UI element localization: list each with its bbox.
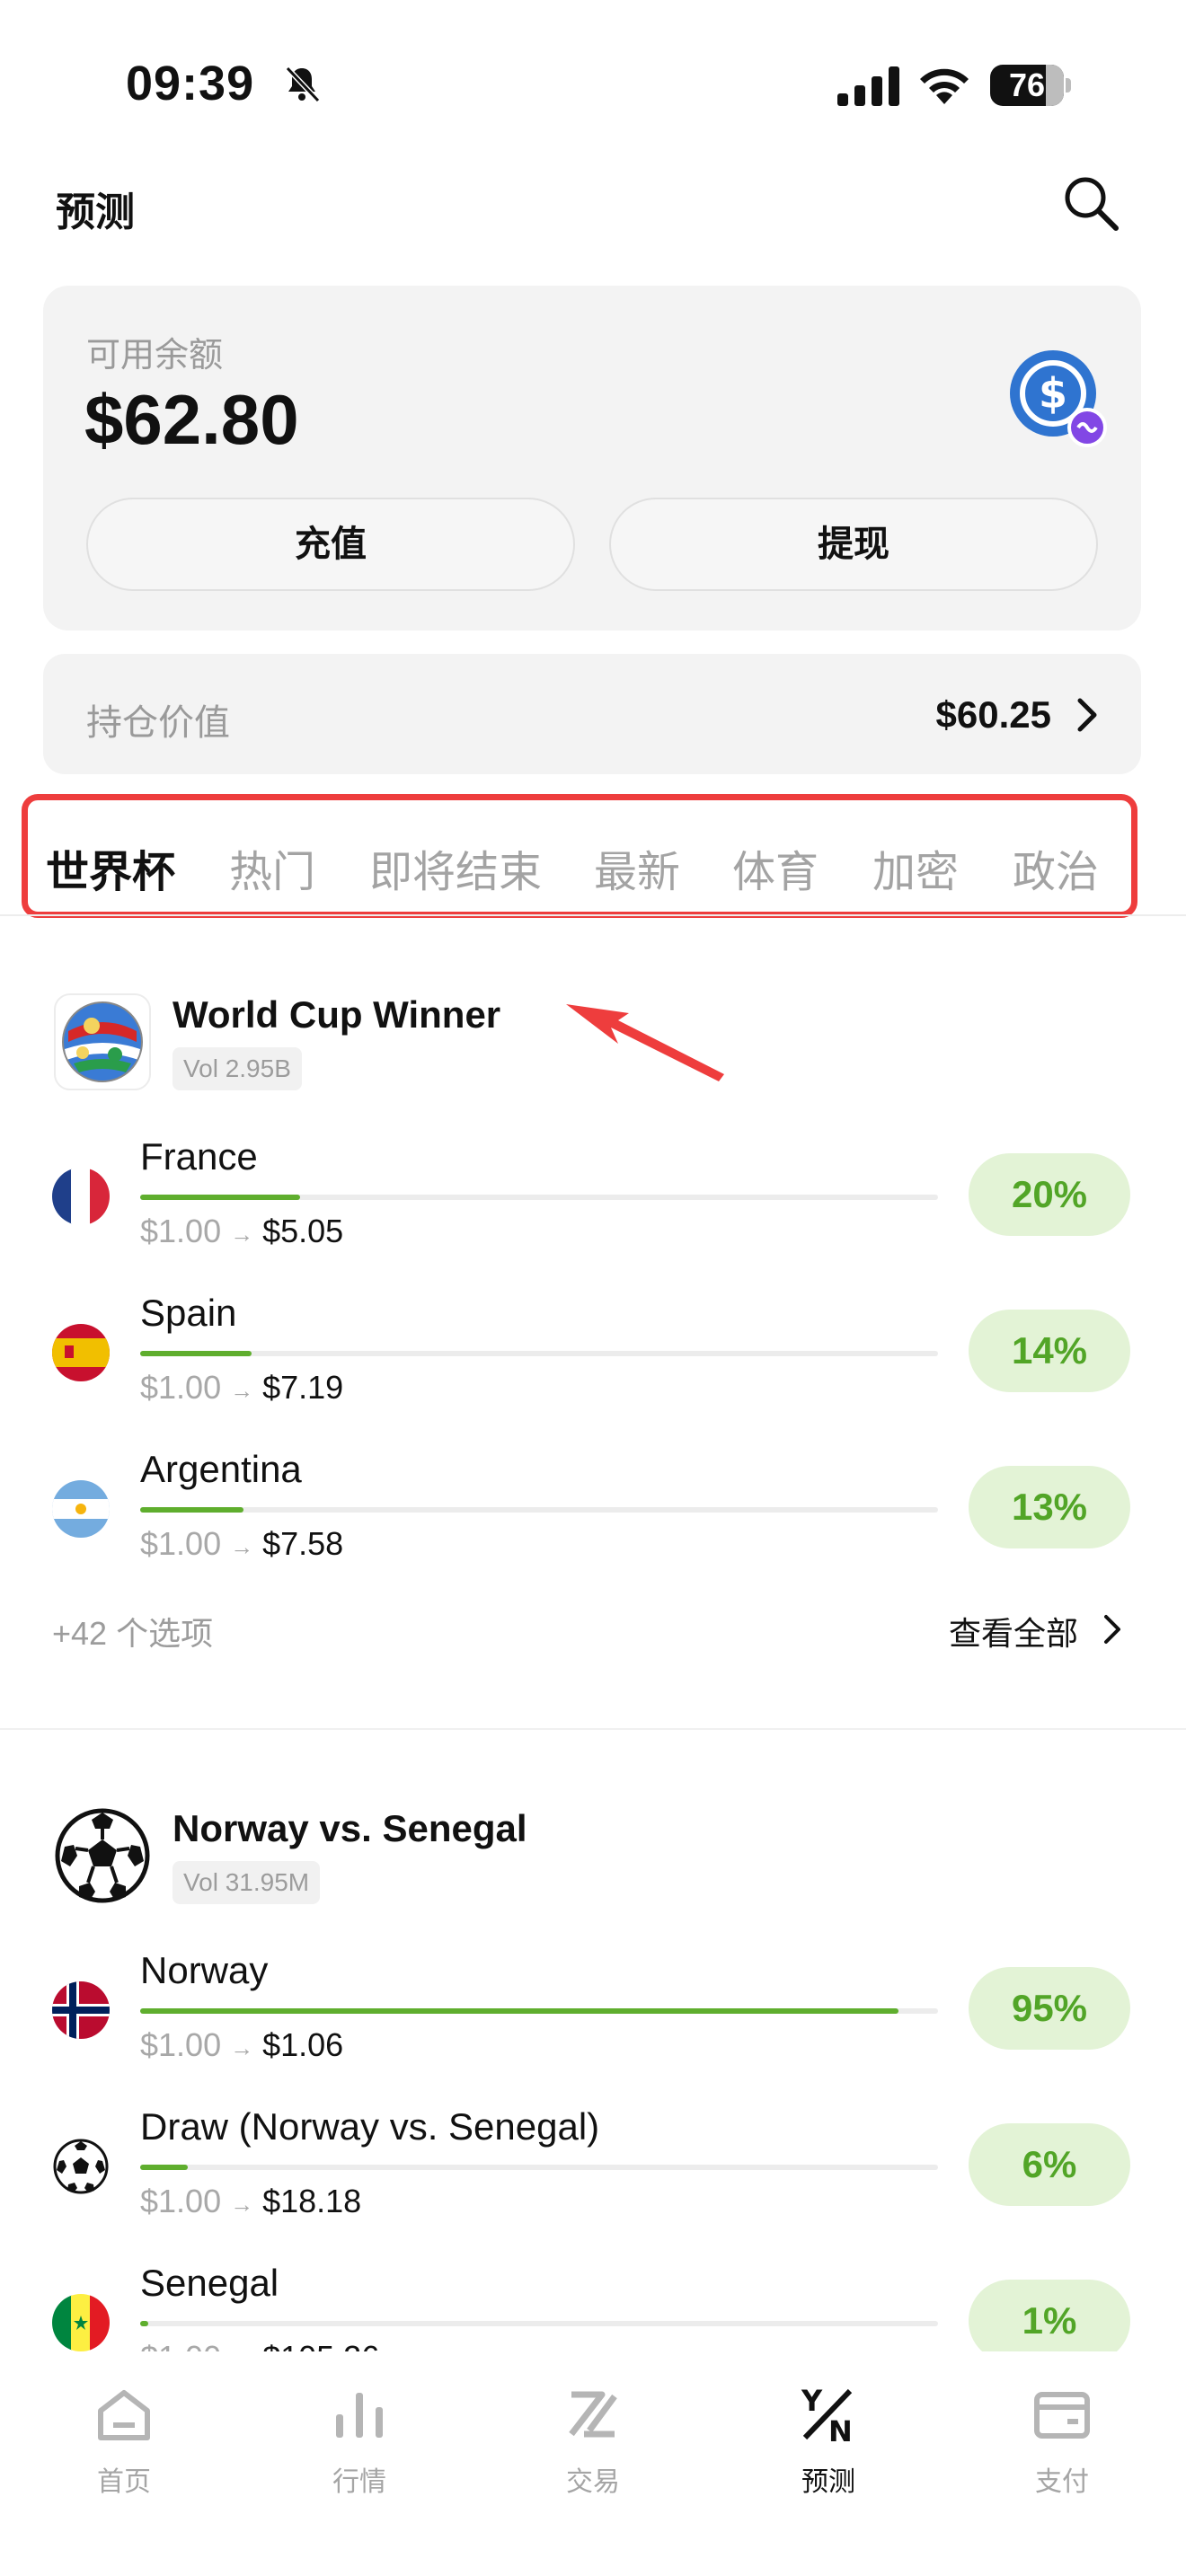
nav-trade[interactable]: 交易 bbox=[530, 2384, 656, 2499]
view-all-link[interactable]: 查看全部 bbox=[949, 1608, 1078, 1654]
deposit-button[interactable]: 充值 bbox=[86, 498, 575, 591]
probability-button[interactable]: 20% bbox=[969, 1153, 1130, 1236]
more-options-count: +42 个选项 bbox=[52, 1615, 214, 1652]
probability-button[interactable]: 6% bbox=[969, 2123, 1130, 2206]
chevron-right-icon[interactable] bbox=[1102, 1613, 1123, 1645]
divider bbox=[0, 914, 1186, 916]
holdings-row[interactable]: 持仓价值 $60.25 bbox=[43, 654, 1141, 774]
outcome-name: Argentina bbox=[140, 1448, 302, 1490]
nav-label: 首页 bbox=[97, 2467, 151, 2497]
norway-flag-icon bbox=[52, 1981, 110, 2039]
outcome-name: Norway bbox=[140, 1949, 269, 1991]
svg-text:N: N bbox=[828, 2414, 853, 2445]
balance-amount: $62.80 bbox=[84, 380, 299, 459]
tab-crypto[interactable]: 加密 bbox=[872, 836, 959, 899]
probability-bar bbox=[140, 2165, 938, 2170]
probability-bar bbox=[140, 2008, 938, 2014]
svg-text:Y: Y bbox=[801, 2384, 823, 2418]
outcome-name: Spain bbox=[140, 1292, 237, 1334]
signal-icon bbox=[837, 66, 899, 106]
battery-indicator: 76 bbox=[990, 65, 1071, 106]
probability-button[interactable]: 13% bbox=[969, 1466, 1130, 1548]
page-title: 预测 bbox=[56, 190, 135, 234]
annotation-arrow-icon bbox=[566, 1004, 724, 1081]
tab-world-cup[interactable]: 世界杯 bbox=[46, 836, 175, 899]
holdings-label: 持仓价值 bbox=[86, 703, 230, 743]
market-title[interactable]: Norway vs. Senegal bbox=[173, 1807, 527, 1850]
nav-pay[interactable]: 支付 bbox=[999, 2384, 1125, 2499]
tab-hot[interactable]: 热门 bbox=[229, 836, 315, 899]
category-tabs: 世界杯 热门 即将结束 最新 体育 加密 政治 bbox=[22, 794, 1137, 918]
probability-bar bbox=[140, 2321, 938, 2326]
bell-muted-icon bbox=[285, 66, 321, 103]
spain-flag-icon bbox=[52, 1324, 110, 1381]
nav-market[interactable]: 行情 bbox=[296, 2384, 422, 2499]
usdc-icon: $ bbox=[1010, 350, 1107, 447]
outcome-name: Senegal bbox=[140, 2262, 279, 2304]
svg-text:$: $ bbox=[1039, 369, 1067, 418]
france-flag-icon bbox=[52, 1168, 110, 1225]
balance-card: 可用余额 $62.80 $ 充值 提现 bbox=[43, 286, 1141, 631]
volume-badge: Vol 2.95B bbox=[173, 1047, 302, 1090]
withdraw-button[interactable]: 提现 bbox=[609, 498, 1098, 591]
status-bar: 09:39 76 bbox=[0, 0, 1186, 171]
payout-line: $1.00 → $1.06 bbox=[140, 2026, 344, 2063]
tab-sports[interactable]: 体育 bbox=[732, 836, 819, 899]
wallet-icon bbox=[1034, 2392, 1090, 2439]
balance-label: 可用余额 bbox=[86, 337, 224, 375]
volume-badge: Vol 31.95M bbox=[173, 1861, 321, 1904]
market-title[interactable]: World Cup Winner bbox=[173, 993, 500, 1037]
divider bbox=[0, 1728, 1186, 1730]
wifi-icon bbox=[920, 68, 969, 104]
probability-bar bbox=[140, 1507, 938, 1513]
chevron-right-icon bbox=[1077, 698, 1097, 732]
outcome-name: Draw (Norway vs. Senegal) bbox=[140, 2105, 600, 2148]
home-icon bbox=[98, 2390, 150, 2440]
probability-button[interactable]: 95% bbox=[969, 1967, 1130, 2050]
payout-line: $1.00 → $7.58 bbox=[140, 1525, 344, 1562]
payout-line: $1.00 → $18.18 bbox=[140, 2183, 362, 2219]
tab-newest[interactable]: 最新 bbox=[594, 836, 680, 899]
payout-line: $1.00 → $7.19 bbox=[140, 1369, 344, 1406]
status-time: 09:39 bbox=[126, 57, 255, 110]
world-cup-ball-icon bbox=[54, 993, 151, 1090]
nav-label: 支付 bbox=[1035, 2467, 1089, 2497]
probability-bar bbox=[140, 1351, 938, 1356]
tab-ending-soon[interactable]: 即将结束 bbox=[369, 836, 542, 899]
predict-icon: Y N bbox=[801, 2384, 853, 2445]
nav-home[interactable]: 首页 bbox=[61, 2384, 187, 2499]
argentina-flag-icon bbox=[52, 1480, 110, 1538]
chart-icon bbox=[336, 2393, 383, 2438]
payout-line: $1.00 → $5.05 bbox=[140, 1213, 344, 1249]
outcome-name: France bbox=[140, 1135, 258, 1178]
nav-label: 行情 bbox=[332, 2467, 386, 2497]
nav-label: 预测 bbox=[801, 2467, 855, 2497]
senegal-flag-icon bbox=[52, 2294, 110, 2351]
holdings-value: $60.25 bbox=[935, 693, 1051, 736]
bottom-nav: 首页 行情 交易 Y N 预测 支付 bbox=[0, 2351, 1186, 2576]
search-icon[interactable] bbox=[1060, 172, 1121, 234]
probability-button[interactable]: 14% bbox=[969, 1310, 1130, 1392]
nav-predict[interactable]: Y N 预测 bbox=[766, 2384, 891, 2499]
tab-politics[interactable]: 政治 bbox=[1013, 836, 1099, 899]
nav-label: 交易 bbox=[566, 2467, 620, 2497]
probability-button[interactable]: 1% bbox=[969, 2280, 1130, 2362]
soccer-ball-icon bbox=[52, 2138, 110, 2195]
probability-bar bbox=[140, 1195, 938, 1200]
soccer-ball-icon bbox=[54, 1807, 151, 1904]
trade-icon bbox=[569, 2391, 617, 2438]
